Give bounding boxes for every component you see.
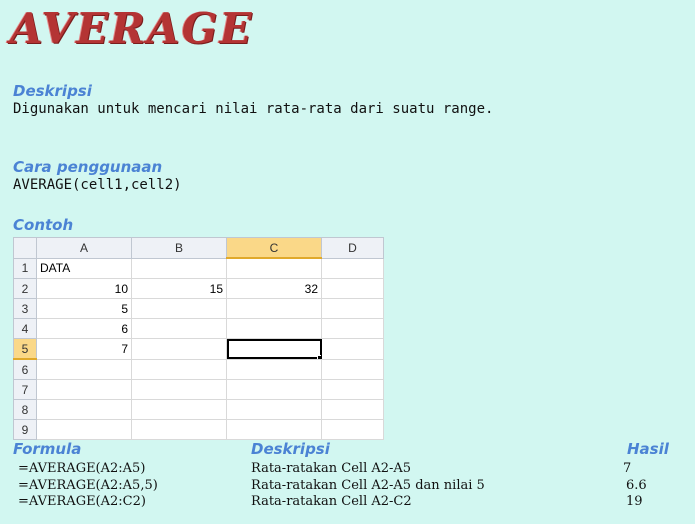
cell-a7[interactable] xyxy=(36,379,132,400)
row-header[interactable]: 4 xyxy=(13,318,37,339)
cell-c3[interactable] xyxy=(226,298,322,319)
cell-c9[interactable] xyxy=(226,419,322,440)
cell-b6[interactable] xyxy=(131,358,227,380)
cell-d9[interactable] xyxy=(321,419,384,440)
hasil-cell: 7 xyxy=(623,461,632,476)
deskripsi-cell: Rata-ratakan Cell A2-A5 xyxy=(251,461,412,476)
sheet-row: 9 xyxy=(13,419,384,440)
active-cell-c5[interactable] xyxy=(226,338,322,360)
cell-a8[interactable] xyxy=(36,399,132,420)
cell-a2[interactable]: 10 xyxy=(36,278,132,299)
column-header-c[interactable]: C xyxy=(226,237,322,259)
cell-b2[interactable]: 15 xyxy=(131,278,227,299)
cell-a9[interactable] xyxy=(36,419,132,440)
cell-b9[interactable] xyxy=(131,419,227,440)
cell-c7[interactable] xyxy=(226,379,322,400)
column-header-a[interactable]: A xyxy=(36,237,132,259)
cell-d8[interactable] xyxy=(321,399,384,420)
row-header[interactable]: 5 xyxy=(13,338,37,360)
deskripsi-heading: Deskripsi xyxy=(13,82,92,100)
cell-b3[interactable] xyxy=(131,298,227,319)
cara-text: AVERAGE(cell1,cell2) xyxy=(13,177,182,193)
hasil-cell: 6.6 xyxy=(626,478,647,493)
cell-c1[interactable] xyxy=(226,257,322,279)
deskripsi-column-heading: Deskripsi xyxy=(251,440,330,458)
sheet-row: 8 xyxy=(13,399,384,420)
cell-a4[interactable]: 6 xyxy=(36,318,132,339)
cara-heading: Cara penggunaan xyxy=(13,158,163,176)
cell-d1[interactable] xyxy=(321,257,384,279)
cell-b7[interactable] xyxy=(131,379,227,400)
example-spreadsheet: A B C D 1 DATA 2 10 15 32 3 5 4 6 5 7 6 … xyxy=(13,237,384,440)
cell-d5[interactable] xyxy=(321,338,384,360)
sheet-row: 1 DATA xyxy=(13,257,384,279)
contoh-heading: Contoh xyxy=(13,216,74,234)
formula-cell: =AVERAGE(A2:A5) xyxy=(18,461,146,476)
row-header[interactable]: 8 xyxy=(13,399,37,420)
row-header[interactable]: 3 xyxy=(13,298,37,319)
cell-b1[interactable] xyxy=(131,257,227,279)
deskripsi-text: Digunakan untuk mencari nilai rata-rata … xyxy=(13,101,494,117)
sheet-row: 4 6 xyxy=(13,318,384,339)
formula-cell: =AVERAGE(A2:C2) xyxy=(18,494,146,509)
sheet-row: 5 7 xyxy=(13,338,384,360)
cell-b8[interactable] xyxy=(131,399,227,420)
cell-d2[interactable] xyxy=(321,278,384,299)
cell-c4[interactable] xyxy=(226,318,322,339)
cell-a6[interactable] xyxy=(36,358,132,380)
cell-c8[interactable] xyxy=(226,399,322,420)
cell-c2[interactable]: 32 xyxy=(226,278,322,299)
cell-a5[interactable]: 7 xyxy=(36,338,132,360)
column-header-row: A B C D xyxy=(13,237,384,259)
cell-b5[interactable] xyxy=(131,338,227,360)
sheet-row: 3 5 xyxy=(13,298,384,319)
deskripsi-cell: Rata-ratakan Cell A2-C2 xyxy=(251,494,412,509)
row-header[interactable]: 7 xyxy=(13,379,37,400)
column-header-d[interactable]: D xyxy=(321,237,384,259)
cell-d4[interactable] xyxy=(321,318,384,339)
cell-a3[interactable]: 5 xyxy=(36,298,132,319)
page-title: AVERAGE xyxy=(10,4,254,53)
select-all-corner[interactable] xyxy=(13,237,37,259)
row-header[interactable]: 2 xyxy=(13,278,37,299)
formula-cell: =AVERAGE(A2:A5,5) xyxy=(18,478,158,493)
cell-d3[interactable] xyxy=(321,298,384,319)
sheet-row: 2 10 15 32 xyxy=(13,278,384,299)
row-header[interactable]: 6 xyxy=(13,358,37,380)
cell-a1[interactable]: DATA xyxy=(36,257,132,279)
formula-column-heading: Formula xyxy=(13,440,82,458)
sheet-row: 6 xyxy=(13,358,384,380)
hasil-cell: 19 xyxy=(626,494,643,509)
cell-d6[interactable] xyxy=(321,358,384,380)
row-header[interactable]: 1 xyxy=(13,257,37,279)
cell-d7[interactable] xyxy=(321,379,384,400)
row-header[interactable]: 9 xyxy=(13,419,37,440)
hasil-column-heading: Hasil xyxy=(627,440,669,458)
cell-b4[interactable] xyxy=(131,318,227,339)
sheet-row: 7 xyxy=(13,379,384,400)
cell-c6[interactable] xyxy=(226,358,322,380)
column-header-b[interactable]: B xyxy=(131,237,227,259)
deskripsi-cell: Rata-ratakan Cell A2-A5 dan nilai 5 xyxy=(251,478,485,493)
